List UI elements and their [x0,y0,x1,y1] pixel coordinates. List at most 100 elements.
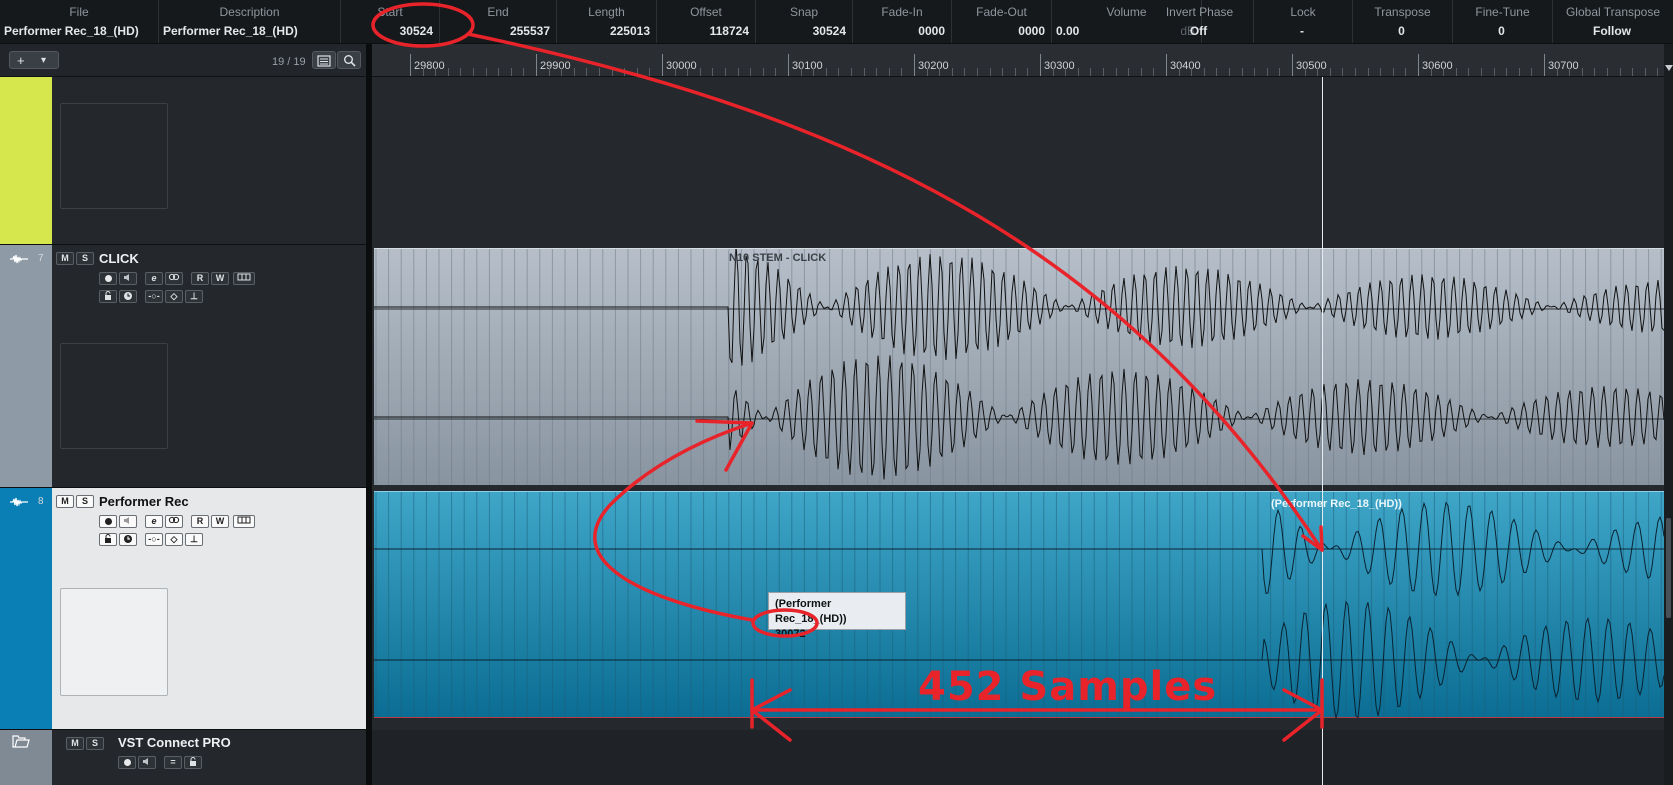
info-snap-value[interactable]: 30524 [760,24,846,38]
inserts-bypass-button[interactable]: -○- [145,533,163,546]
project-cursor[interactable] [1322,77,1323,785]
track-name[interactable]: CLICK [99,251,139,266]
record-enable-button[interactable] [118,756,136,769]
info-end[interactable]: End 255537 [440,0,557,43]
lane-yellow[interactable] [372,77,1664,245]
mute-button[interactable]: M [66,737,84,750]
track-body[interactable]: M S CLICK e R W -○- ◇ ⊥ [52,245,366,487]
ruler-minor-tick [687,68,689,76]
track-list-menu-button[interactable] [312,51,336,69]
track-body[interactable] [52,77,366,244]
ruler-minor-tick [1481,68,1482,76]
track-color-strip[interactable] [0,77,52,244]
info-global-transpose[interactable]: Global Transpose Follow [1553,0,1673,43]
info-start[interactable]: Start 30524 [341,0,440,43]
vertical-scrollbar[interactable] [1664,44,1673,785]
mute-button[interactable]: M [56,252,74,265]
inserts-bypass-button[interactable]: -○- [145,290,163,303]
info-offset[interactable]: Offset 118724 [657,0,756,43]
solo-button[interactable]: S [86,737,104,750]
lock-button[interactable] [99,533,117,546]
ruler-minor-tick [1065,68,1067,76]
read-automation-button[interactable]: R [191,272,209,285]
timebase-button[interactable] [119,290,137,303]
solo-button[interactable]: S [76,495,94,508]
info-file[interactable]: File Performer Rec_18_(HD) [0,0,159,43]
channel-settings-button[interactable] [233,272,255,285]
track-name[interactable]: Performer Rec [99,494,189,509]
scrollbar-thumb[interactable] [1666,518,1671,618]
eq-bypass-button[interactable]: ◇ [165,533,183,546]
add-track-button[interactable]: + ▾ [9,51,59,69]
audio-event-click[interactable]: N10 STEM - CLICK [374,248,1664,485]
ruler-label: 29800 [414,60,445,72]
info-fade-out-value[interactable]: 0000 [956,24,1045,38]
ruler-minor-tick [863,68,865,76]
track-yellow[interactable] [0,77,366,245]
info-end-label: End [487,5,509,19]
edit-channel-button[interactable]: e [145,515,163,528]
info-snap[interactable]: Snap 30524 [756,0,853,43]
monitor-button[interactable] [119,515,137,528]
info-description[interactable]: Description Performer Rec_18_(HD) [159,0,341,43]
edit-channel-button[interactable]: e [145,272,163,285]
info-lock[interactable]: Lock - [1254,0,1353,43]
folder-edit-button[interactable]: = [164,756,182,769]
info-transpose-value[interactable]: 0 [1357,24,1446,38]
timeline-ruler[interactable]: 29800 29900 30000 30100 30200 30300 30400 30500… [372,44,1664,77]
track-click[interactable]: 7 M S CLICK e R W -○- ◇ ⊥ [0,245,366,488]
lanes-button[interactable] [165,272,183,285]
info-fine-tune[interactable]: Fine-Tune 0 [1453,0,1553,43]
sends-bypass-button[interactable]: ⊥ [185,290,203,303]
track-body[interactable]: M S VST Connect PRO = [52,730,366,785]
info-global-transpose-value[interactable]: Follow [1557,24,1667,38]
eq-bypass-button[interactable]: ◇ [165,290,183,303]
lane-vst-connect-pro[interactable] [372,730,1664,785]
mute-button[interactable]: M [56,495,74,508]
lock-button[interactable] [99,290,117,303]
info-file-value[interactable]: Performer Rec_18_(HD) [4,24,152,38]
info-lock-value[interactable]: - [1258,24,1346,38]
track-color-strip[interactable] [0,488,52,729]
ruler-minor-tick [1329,68,1331,76]
write-automation-button[interactable]: W [211,515,229,528]
read-automation-button[interactable]: R [191,515,209,528]
info-fine-tune-value[interactable]: 0 [1457,24,1546,38]
lock-icon [105,534,111,543]
timebase-button[interactable] [119,533,137,546]
channel-settings-button[interactable] [233,515,255,528]
record-enable-button[interactable] [99,515,117,528]
info-transpose[interactable]: Transpose 0 [1353,0,1453,43]
lanes-button[interactable] [165,515,183,528]
info-start-value[interactable]: 30524 [345,24,433,38]
info-length[interactable]: Length 225013 [557,0,657,43]
info-fade-out[interactable]: Fade-Out 0000 [952,0,1052,43]
info-end-value[interactable]: 255537 [444,24,550,38]
track-search-button[interactable] [337,51,361,69]
track-vst-connect-pro[interactable]: M S VST Connect PRO = [0,730,366,785]
info-fade-in-value[interactable]: 0000 [857,24,945,38]
record-enable-button[interactable] [99,272,117,285]
info-invert-phase-value[interactable]: Off [1150,24,1247,38]
info-length-value[interactable]: 225013 [561,24,650,38]
sends-bypass-button[interactable]: ⊥ [185,533,203,546]
info-fade-in[interactable]: Fade-In 0000 [853,0,952,43]
info-invert-phase[interactable]: Invert Phase Off [1146,0,1254,43]
track-performer-rec[interactable]: 8 M S Performer Rec e R W -○- ◇ ⊥ [0,488,366,730]
track-color-strip[interactable] [0,245,52,487]
track-body-selected[interactable]: M S Performer Rec e R W -○- ◇ ⊥ [52,488,366,729]
info-offset-value[interactable]: 118724 [661,24,749,38]
info-description-value[interactable]: Performer Rec_18_(HD) [163,24,334,38]
track-name[interactable]: VST Connect PRO [118,735,231,750]
ruler-minor-tick [712,68,714,76]
lane-click[interactable]: N10 STEM - CLICK [372,245,1664,488]
monitor-button[interactable] [119,272,137,285]
ruler-minor-tick [447,68,449,76]
lock-button[interactable] [184,756,202,769]
info-line: File Performer Rec_18_(HD) Description P… [0,0,1673,44]
write-automation-button[interactable]: W [211,272,229,285]
ruler-label: 30100 [792,60,823,72]
scroll-up-icon[interactable] [1665,58,1673,71]
solo-button[interactable]: S [76,252,94,265]
monitor-button[interactable] [138,756,156,769]
